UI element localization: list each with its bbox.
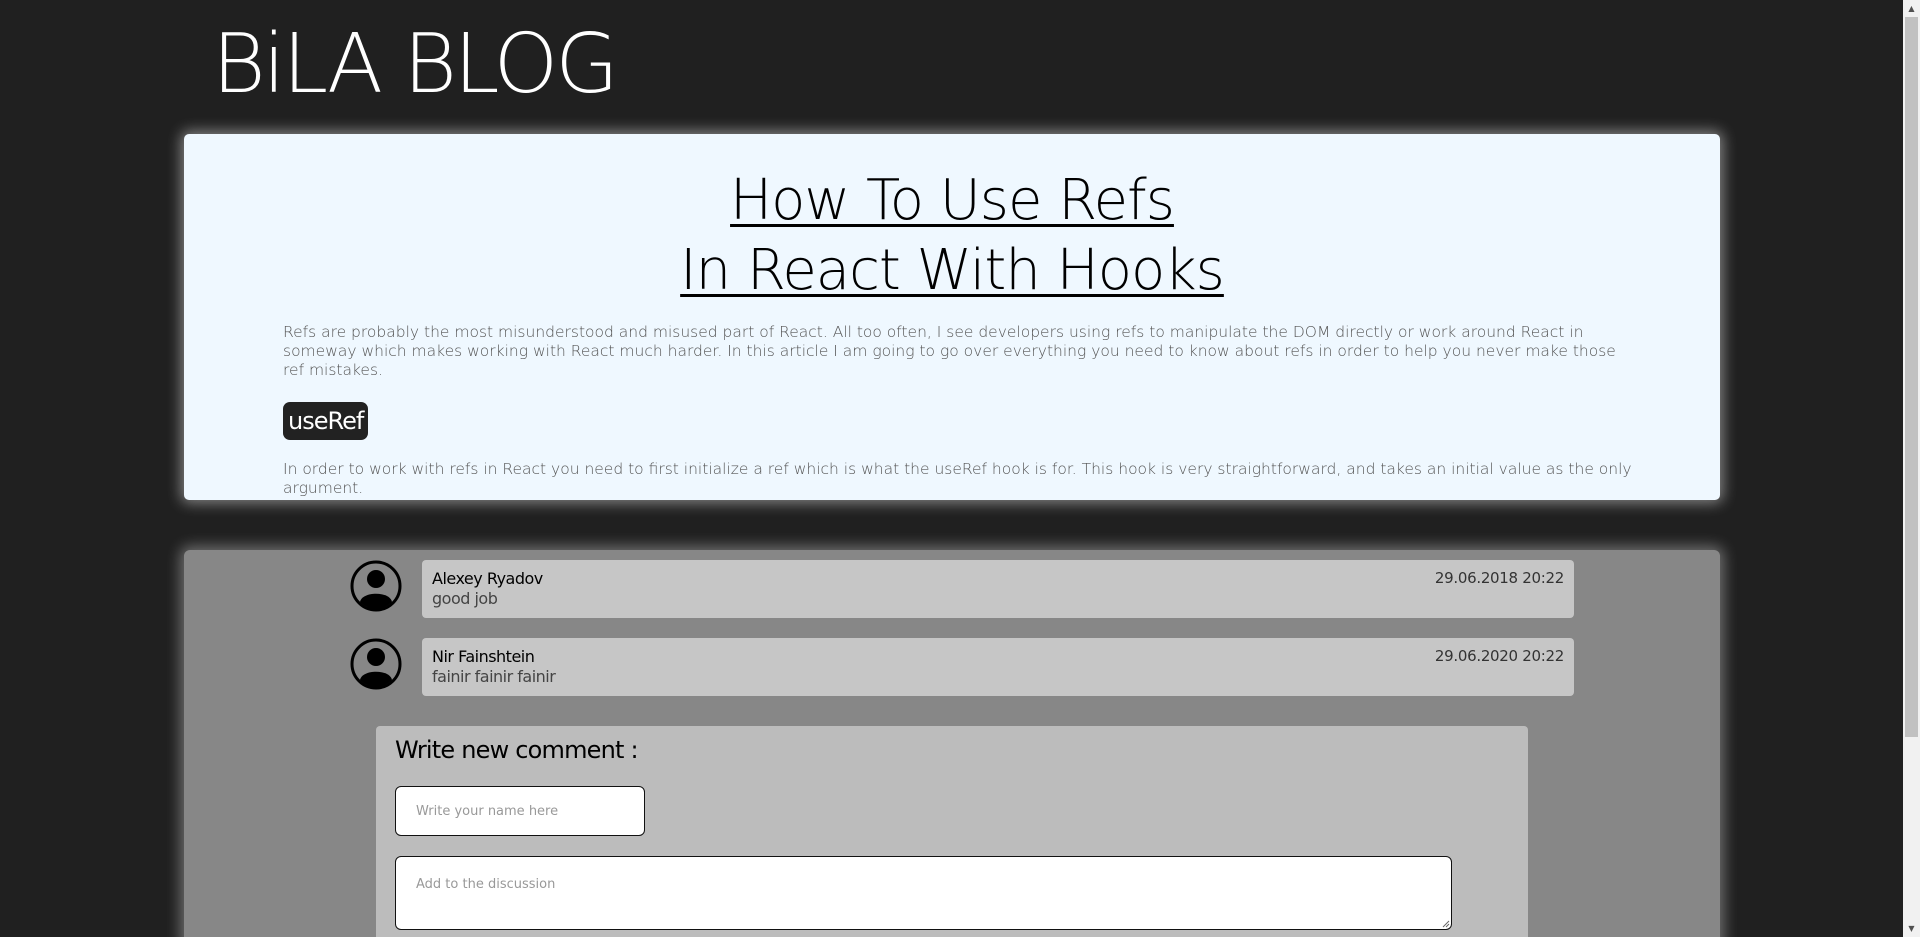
comment-item: Nir Fainshtein 29.06.2020 20:22 fainir f… (350, 638, 1574, 696)
user-avatar-icon (350, 638, 402, 690)
comment-bubble: Nir Fainshtein 29.06.2020 20:22 fainir f… (422, 638, 1574, 696)
new-comment-form: Write new comment : (376, 726, 1528, 937)
comment-bubble: Alexey Ryadov 29.06.2018 20:22 good job (422, 560, 1574, 618)
comment-author: Nir Fainshtein (432, 647, 535, 666)
name-input[interactable] (395, 786, 645, 836)
comment-text: good job (432, 589, 498, 608)
discussion-input[interactable] (395, 856, 1452, 930)
article-title-line-1: How To Use Refs (730, 168, 1175, 233)
page: BiLA BLOG How To Use Refs In React With … (0, 0, 1920, 937)
comment-text: fainir fainir fainir (432, 667, 556, 686)
scroll-down-arrow-icon[interactable]: ▼ (1903, 920, 1920, 937)
article-intro: Refs are probably the most misunderstood… (283, 323, 1616, 379)
vertical-scrollbar[interactable]: ▲ ▼ (1903, 0, 1920, 937)
resize-grip-icon[interactable] (1442, 920, 1450, 928)
comment-date: 29.06.2018 20:22 (1434, 569, 1564, 587)
comment-date: 29.06.2020 20:22 (1434, 647, 1564, 665)
article-card: How To Use Refs In React With Hooks Refs… (184, 134, 1720, 500)
comments-panel: Alexey Ryadov 29.06.2018 20:22 good job … (184, 550, 1720, 937)
article-title: How To Use Refs In React With Hooks (184, 166, 1720, 306)
section-text: In order to work with refs in React you … (283, 460, 1632, 497)
user-avatar-icon (350, 560, 402, 612)
article-title-line-2: In React With Hooks (680, 238, 1225, 303)
section-badge: useRef (283, 402, 369, 440)
site-title[interactable]: BiLA BLOG (212, 24, 619, 106)
scroll-up-arrow-icon[interactable]: ▲ (1903, 0, 1920, 17)
comment-author: Alexey Ryadov (432, 569, 543, 588)
scroll-thumb[interactable] (1905, 17, 1918, 737)
new-comment-title: Write new comment : (395, 736, 639, 764)
comment-item: Alexey Ryadov 29.06.2018 20:22 good job (350, 560, 1574, 618)
